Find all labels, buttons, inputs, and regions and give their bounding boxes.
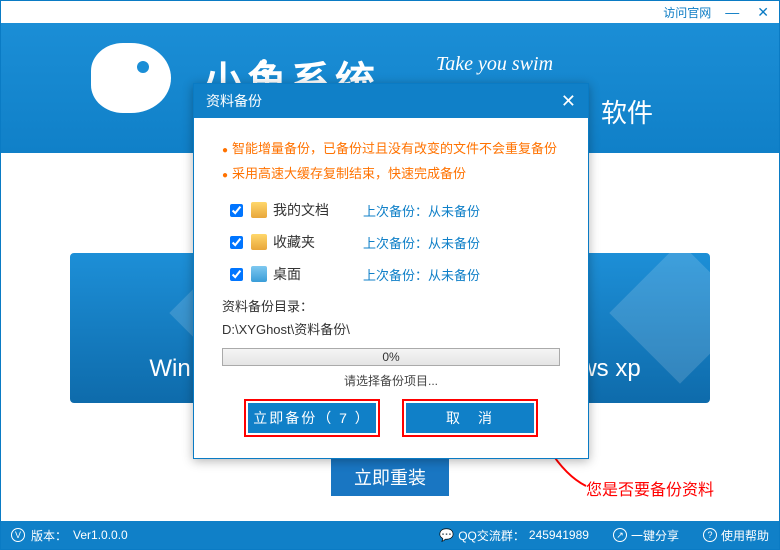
statusbar: V 版本： Ver1.0.0.0 💬 QQ交流群：245941989 ↗ 一键分… [1, 521, 779, 549]
checkbox-favorites[interactable] [230, 236, 243, 249]
version-icon: V [11, 528, 25, 542]
backup-item-favorites: 收藏夹 上次备份：从未备份 [230, 232, 560, 252]
version-value: Ver1.0.0.0 [73, 528, 128, 542]
progress-bar: 0% [222, 348, 560, 366]
item-label: 桌面 [273, 264, 363, 284]
documents-icon [251, 202, 267, 218]
version-label: 版本： [31, 527, 67, 544]
share-icon: ↗ [613, 528, 627, 542]
backup-item-desktop: 桌面 上次备份：从未备份 [230, 264, 560, 284]
help-icon: ? [703, 528, 717, 542]
bullet-2: 采用高速大缓存复制结束，快速完成备份 [222, 163, 560, 182]
backup-dialog: 资料备份 ✕ 智能增量备份，已备份过且没有改变的文件不会重复备份 采用高速大缓存… [193, 83, 589, 459]
slogan-text: Take you swim [436, 53, 553, 76]
checkbox-desktop[interactable] [230, 268, 243, 281]
qq-group[interactable]: 💬 QQ交流群：245941989 [439, 527, 589, 544]
desktop-icon [251, 266, 267, 282]
dialog-close-icon[interactable]: ✕ [561, 91, 576, 112]
item-label: 我的文档 [273, 200, 363, 220]
fish-logo-icon [91, 43, 171, 113]
annotation-text: 您是否要备份资料 [586, 476, 714, 500]
item-last-backup: 上次备份：从未备份 [363, 233, 480, 252]
titlebar: 访问官网 — ✕ [1, 1, 779, 23]
share-button[interactable]: ↗ 一键分享 [613, 527, 679, 544]
sub-brand: 软件 [601, 93, 653, 130]
close-button[interactable]: ✕ [753, 4, 773, 21]
checkbox-documents[interactable] [230, 204, 243, 217]
dialog-title: 资料备份 [206, 91, 262, 111]
backup-path: D:\XYGhost\资料备份\ [222, 319, 560, 338]
backup-now-button[interactable]: 立即备份（ 7 ） [248, 403, 376, 433]
item-last-backup: 上次备份：从未备份 [363, 265, 480, 284]
chat-icon: 💬 [439, 528, 454, 542]
minimize-button[interactable]: — [721, 4, 743, 20]
reinstall-button[interactable]: 立即重装 [331, 458, 449, 496]
progress-hint: 请选择备份项目... [222, 372, 560, 389]
item-last-backup: 上次备份：从未备份 [363, 201, 480, 220]
bullet-1: 智能增量备份，已备份过且没有改变的文件不会重复备份 [222, 138, 560, 157]
favorites-icon [251, 234, 267, 250]
item-label: 收藏夹 [273, 232, 363, 252]
help-button[interactable]: ? 使用帮助 [703, 527, 769, 544]
official-site-link[interactable]: 访问官网 [663, 4, 711, 21]
backup-path-label: 资料备份目录： [222, 296, 560, 315]
backup-item-documents: 我的文档 上次备份：从未备份 [230, 200, 560, 220]
cancel-button[interactable]: 取 消 [406, 403, 534, 433]
